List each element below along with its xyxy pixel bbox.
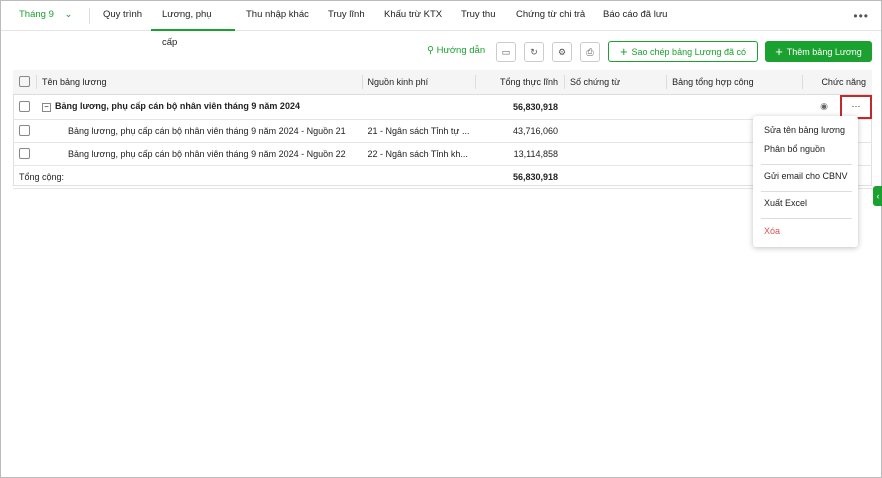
month-label: Tháng 9 — [19, 9, 54, 20]
top-tabs: Tháng 9 ⌄ Quy trình Lương, phụ cấp Thu n… — [1, 1, 881, 48]
col-voucher[interactable]: Số chứng từ — [564, 70, 667, 95]
plus-icon: + — [619, 44, 628, 59]
month-selector[interactable]: Tháng 9 ⌄ — [19, 1, 72, 31]
row-checkbox[interactable] — [19, 101, 30, 113]
menu-allocate-source[interactable]: Phân bổ nguồn — [764, 144, 825, 154]
row-total: 13,114,858 — [475, 142, 565, 166]
plus-icon: + — [775, 44, 783, 59]
table-footer: Tổng cộng: 56,830,918 — [13, 165, 872, 189]
more-actions-button[interactable]: ··· — [840, 94, 872, 119]
tab-truy-linh[interactable]: Truy lĩnh — [328, 1, 365, 31]
col-source[interactable]: Nguồn kinh phí — [361, 70, 476, 95]
tab-luong-phu-cap[interactable]: Lương, phụ cấp — [151, 1, 235, 48]
settings-button[interactable]: ⚙ — [552, 42, 572, 62]
payroll-table: Tên bảng lương Nguồn kinh phí Tổng thực … — [13, 70, 872, 189]
col-actions: Chức năng — [801, 70, 872, 95]
chevron-down-icon: ⌄ — [64, 9, 73, 20]
copy-payroll-button[interactable]: + Sao chép bảng Lương đã có — [608, 41, 758, 62]
chevron-left-icon: ‹ — [876, 191, 880, 201]
keyboard-button[interactable]: ▭ — [496, 42, 516, 62]
select-all-checkbox[interactable] — [19, 76, 30, 88]
tab-quy-trinh[interactable]: Quy trình — [103, 1, 142, 31]
guide-link[interactable]: ⚲ Hướng dẫn — [427, 45, 485, 56]
row-name: Bảng lương, phụ cấp cán bộ nhân viên thá… — [36, 119, 362, 143]
row-checkbox[interactable] — [19, 125, 30, 137]
group-total: 56,830,918 — [475, 94, 565, 120]
menu-export-excel[interactable]: Xuất Excel — [764, 198, 807, 208]
row-source: 22 - Ngân sách Tỉnh kh... — [361, 142, 476, 166]
row-source: 21 - Ngân sách Tỉnh tự ... — [361, 119, 476, 143]
refresh-icon: ↻ — [530, 46, 538, 57]
divider — [89, 8, 90, 24]
tab-thu-nhap-khac[interactable]: Thu nhập khác — [246, 1, 309, 31]
guide-icon: ⚲ — [427, 45, 434, 56]
footer-label: Tổng cộng: — [13, 165, 362, 189]
menu-divider — [761, 164, 852, 165]
footer-total: 56,830,918 — [475, 165, 565, 189]
more-icon[interactable]: ••• — [853, 9, 869, 23]
col-timesheet[interactable]: Bảng tổng hợp công — [666, 70, 802, 95]
menu-divider — [761, 191, 852, 192]
row-total: 43,716,060 — [475, 119, 565, 143]
print-icon: ⎙ — [586, 46, 594, 57]
tab-bao-cao-da-luu[interactable]: Báo cáo đã lưu — [603, 1, 667, 31]
table-header: Tên bảng lương Nguồn kinh phí Tổng thực … — [13, 70, 872, 95]
print-button[interactable]: ⎙ — [580, 42, 600, 62]
menu-rename[interactable]: Sửa tên bảng lương — [764, 125, 845, 135]
side-panel-toggle[interactable]: ‹ — [873, 186, 882, 206]
tab-chung-tu-chi-tra[interactable]: Chứng từ chi trả — [516, 1, 585, 31]
gear-icon: ⚙ — [557, 46, 567, 57]
menu-divider — [761, 218, 852, 219]
copy-label: Sao chép bảng Lương đã có — [631, 46, 747, 57]
row-name: Bảng lương, phụ cấp cán bộ nhân viên thá… — [36, 142, 362, 166]
tab-truy-thu[interactable]: Truy thu — [461, 1, 496, 31]
refresh-button[interactable]: ↻ — [524, 42, 544, 62]
menu-send-email[interactable]: Gửi email cho CBNV — [764, 171, 848, 181]
keyboard-icon: ▭ — [501, 46, 511, 57]
eye-icon[interactable]: ◉ — [820, 101, 828, 111]
col-total[interactable]: Tổng thực lĩnh — [475, 70, 565, 95]
menu-delete[interactable]: Xóa — [764, 226, 780, 236]
tab-khau-tru-ktx[interactable]: Khấu trừ KTX — [384, 1, 442, 31]
group-name: Bảng lương, phụ cấp cán bộ nhân viên thá… — [55, 101, 300, 111]
guide-label: Hướng dẫn — [436, 45, 486, 56]
col-name[interactable]: Tên bảng lương — [36, 70, 362, 95]
row-checkbox[interactable] — [19, 148, 30, 160]
add-payroll-button[interactable]: + Thêm bảng Lương — [765, 41, 872, 62]
actions-menu: Sửa tên bảng lương Phân bổ nguồn Gửi ema… — [753, 116, 858, 247]
add-label: Thêm bảng Lương — [786, 46, 862, 57]
table-row-group[interactable]: − Bảng lương, phụ cấp cán bộ nhân viên th… — [13, 94, 872, 120]
table-row[interactable]: Bảng lương, phụ cấp cán bộ nhân viên thá… — [13, 142, 872, 166]
table-row[interactable]: Bảng lương, phụ cấp cán bộ nhân viên thá… — [13, 119, 872, 143]
collapse-icon[interactable]: − — [42, 103, 51, 112]
